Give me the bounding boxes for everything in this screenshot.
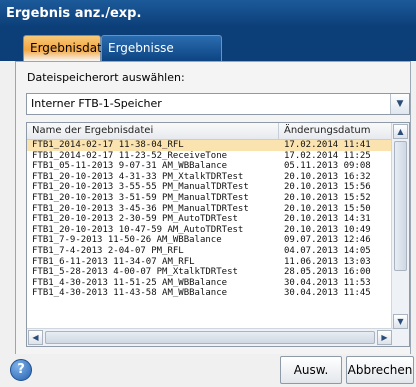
modified-date-cell: 20.10.2013 15:50 (284, 203, 371, 214)
list-header: Name der Ergebnisdatei Änderungsdatum (27, 123, 393, 140)
modified-date-cell: 20.10.2013 15:56 (284, 182, 371, 193)
table-row[interactable]: FTB1_20-10-2013 3-45-36 PM_ManualTDRTest… (27, 204, 393, 215)
column-header-date[interactable]: Änderungsdatum (279, 123, 393, 139)
table-row[interactable]: FTB1_2014-02-17 11-38-04_RFL 17.02.2014 1… (27, 140, 393, 151)
table-row[interactable]: FTB1_20-10-2013 4-31-33 PM_XtalkTDRTest 2… (27, 172, 393, 183)
scroll-up-icon[interactable]: ▲ (393, 124, 408, 139)
file-name-cell: FTB1_2014-02-17 11-38-04_RFL (32, 140, 184, 150)
file-name-cell: FTB1_05-11-2013 9-07-31 AM_WBBalance (32, 161, 228, 172)
tab-panel: Dateispeicherort auswählen: Interner FTB… (15, 61, 411, 356)
modified-date-cell: 20.10.2013 15:52 (284, 192, 371, 203)
horizontal-scrollbar[interactable]: ◀ ▶ (27, 328, 393, 346)
storage-location-value: Interner FTB-1-Speicher (31, 97, 162, 110)
file-name-cell: FTB1_20-10-2013 3-55-55 PM_ManualTDRTest (32, 182, 249, 193)
scroll-right-icon[interactable]: ▶ (377, 330, 392, 345)
scroll-left-icon[interactable]: ◀ (28, 330, 43, 345)
modified-date-cell: 20.10.2013 14:31 (284, 214, 371, 225)
file-name-cell: FTB1_7-9-2013 11-50-26 AM_WBBalance (32, 235, 222, 246)
file-name-cell: FTB1_4-30-2013 11-43-58 AM_WBBalance (32, 288, 228, 299)
tab-ergebnisse-exportieren[interactable]: Ergebnisse exportieren (101, 35, 222, 80)
file-name-cell: FTB1_4-30-2013 11-51-25 AM_WBBalance (32, 277, 228, 288)
vertical-scrollbar[interactable]: ▲ ▼ (391, 123, 409, 330)
modified-date-cell: 05.11.2013 09:08 (284, 161, 371, 172)
table-row[interactable]: FTB1_4-30-2013 11-43-58 AM_WBBalance 30.0… (27, 288, 393, 299)
button-bar: ? Ausw. Abbrechen (0, 354, 416, 387)
modified-date-cell: 30.04.2013 11:45 (284, 288, 371, 299)
file-name-cell: FTB1_20-10-2013 2-30-59 PM_AutoTDRTest (32, 214, 238, 225)
file-name-cell: FTB1_5-28-2013 4-00-07 PM_XtalkTDRTest (32, 267, 238, 278)
results-file-list[interactable]: Name der Ergebnisdatei Änderungsdatum FT… (26, 122, 410, 347)
scroll-down-icon[interactable]: ▼ (393, 314, 408, 329)
table-row[interactable]: FTB1_20-10-2013 3-55-55 PM_ManualTDRTest… (27, 182, 393, 193)
modified-date-cell: 20.10.2013 10:49 (284, 224, 371, 235)
select-button[interactable]: Ausw. (280, 356, 342, 384)
modified-date-cell: 04.07.2013 14:05 (284, 245, 371, 256)
cancel-button[interactable]: Abbrechen (346, 356, 414, 384)
chevron-down-icon[interactable]: ▼ (390, 94, 409, 114)
file-name-cell: FTB1_6-11-2013 11-34-07 AM_RFL (32, 256, 195, 267)
modified-date-cell: 17.02.2014 11:25 (284, 150, 371, 161)
file-name-cell: FTB1_7-4-2013 2-04-07 PM_RFL (32, 245, 184, 256)
modified-date-cell: 30.04.2013 11:53 (284, 277, 371, 288)
table-row[interactable]: FTB1_20-10-2013 10-47-59 AM_AutoTDRTest 2… (27, 225, 393, 236)
table-row[interactable]: FTB1_05-11-2013 9-07-31 AM_WBBalance 05.1… (27, 161, 393, 172)
vertical-scroll-thumb[interactable] (394, 141, 407, 271)
file-name-cell: FTB1_20-10-2013 3-51-59 PM_ManualTDRTest (32, 192, 249, 203)
file-name-cell: FTB1_2014-02-17 11-23-52_ReceiveTone (32, 150, 228, 161)
table-row[interactable]: FTB1_2014-02-17 11-23-52_ReceiveTone 17.0… (27, 151, 393, 162)
help-icon[interactable]: ? (10, 359, 32, 381)
column-header-name[interactable]: Name der Ergebnisdatei (27, 123, 279, 139)
tab-ergebnisdatei[interactable]: Ergebnisdatei (23, 35, 113, 61)
modified-date-cell: 11.06.2013 13:03 (284, 256, 371, 267)
table-row[interactable]: FTB1_20-10-2013 2-30-59 PM_AutoTDRTest 20… (27, 214, 393, 225)
file-name-cell: FTB1_20-10-2013 4-31-33 PM_XtalkTDRTest (32, 171, 244, 182)
modified-date-cell: 28.05.2013 16:00 (284, 267, 371, 278)
tab-strip: Ergebnisdatei Ergebnisse exportieren (0, 27, 416, 80)
table-row[interactable]: FTB1_7-4-2013 2-04-07 PM_RFL 04.07.2013 1… (27, 246, 393, 257)
table-row[interactable]: FTB1_7-9-2013 11-50-26 AM_WBBalance 09.07… (27, 235, 393, 246)
modified-date-cell: 09.07.2013 12:46 (284, 235, 371, 246)
storage-location-label: Dateispeicherort auswählen: (27, 71, 185, 84)
file-name-cell: FTB1_20-10-2013 3-45-36 PM_ManualTDRTest (32, 203, 249, 214)
table-row[interactable]: FTB1_4-30-2013 11-51-25 AM_WBBalance 30.0… (27, 278, 393, 289)
table-row[interactable]: FTB1_6-11-2013 11-34-07 AM_RFL 11.06.2013… (27, 257, 393, 268)
table-row[interactable]: FTB1_5-28-2013 4-00-07 PM_XtalkTDRTest 28… (27, 267, 393, 278)
horizontal-scroll-thumb[interactable] (45, 331, 375, 344)
modified-date-cell: 20.10.2013 16:32 (284, 171, 371, 182)
scrollbar-corner (392, 329, 409, 346)
storage-location-select[interactable]: Interner FTB-1-Speicher ▼ (26, 93, 410, 115)
table-row[interactable]: FTB1_20-10-2013 3-51-59 PM_ManualTDRTest… (27, 193, 393, 204)
modified-date-cell: 17.02.2014 11:41 (284, 140, 371, 150)
file-name-cell: FTB1_20-10-2013 10-47-59 AM_AutoTDRTest (32, 224, 244, 235)
list-rows: FTB1_2014-02-17 11-38-04_RFL 17.02.2014 1… (27, 140, 393, 299)
dialog-window: Ergebnis anz./exp. Ergebnisdatei Ergebni… (0, 0, 416, 387)
dialog-title: Ergebnis anz./exp. (0, 0, 416, 27)
